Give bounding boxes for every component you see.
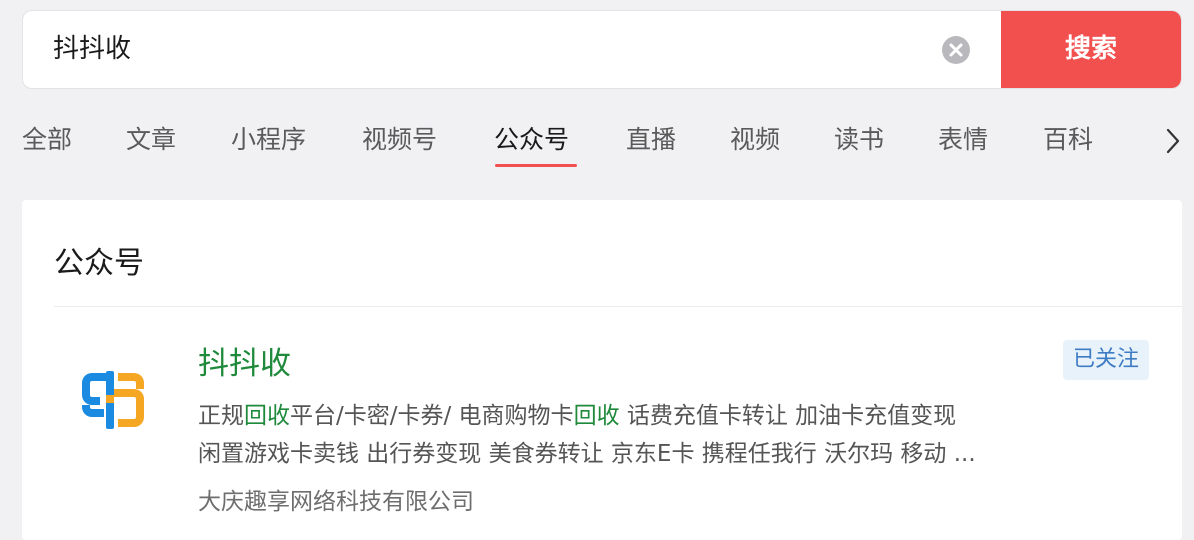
divider xyxy=(54,306,1182,307)
tab-stickers[interactable]: 表情 xyxy=(938,120,988,156)
tab-official-accounts[interactable]: 公众号 xyxy=(494,120,569,156)
desc-highlight: 回收 xyxy=(244,403,290,429)
tab-articles[interactable]: 文章 xyxy=(126,120,176,156)
desc-text: 正规 xyxy=(198,403,244,429)
account-description: 正规回收平台/卡密/卡券/ 电商购物卡回收 话费充值卡转让 加油卡充值变现 xyxy=(198,396,956,430)
tab-channels[interactable]: 视频号 xyxy=(362,120,437,156)
search-input[interactable]: 抖抖收 xyxy=(53,11,933,88)
account-name[interactable]: 抖抖收 xyxy=(198,338,291,383)
tab-videos[interactable]: 视频 xyxy=(730,120,780,156)
followed-badge[interactable]: 已关注 xyxy=(1063,340,1149,380)
tab-live[interactable]: 直播 xyxy=(626,120,676,156)
desc-text: 话费充值卡转让 加油卡充值变现 xyxy=(619,403,957,429)
tab-all[interactable]: 全部 xyxy=(22,120,72,156)
tab-encyclopedia[interactable]: 百科 xyxy=(1043,120,1093,156)
category-tabs: 全部 文章 小程序 视频号 公众号 直播 视频 读书 表情 百科 xyxy=(0,110,1194,172)
results-card: 公众号 抖抖收 已关注 正规回收平台/卡密/卡券/ 电商购物卡回收 话费充值卡转… xyxy=(22,200,1182,540)
desc-text: 平台/卡密/卡券/ 电商购物卡 xyxy=(290,403,574,429)
clear-icon[interactable] xyxy=(942,36,970,64)
search-button[interactable]: 搜索 xyxy=(1001,11,1181,88)
section-title: 公众号 xyxy=(54,246,144,281)
tab-mini-programs[interactable]: 小程序 xyxy=(231,120,306,156)
chevron-right-icon[interactable] xyxy=(1162,124,1184,158)
active-tab-indicator xyxy=(495,164,577,167)
account-description-line-2: 闲置游戏卡卖钱 出行券变现 美食券转让 京东E卡 携程任我行 沃尔玛 移动 ..… xyxy=(198,441,976,467)
company-name: 大庆趣享网络科技有限公司 xyxy=(198,489,474,515)
search-bar: 抖抖收 搜索 xyxy=(22,10,1182,89)
desc-highlight: 回收 xyxy=(573,403,620,429)
tab-books[interactable]: 读书 xyxy=(834,120,884,156)
account-logo[interactable] xyxy=(78,367,148,433)
